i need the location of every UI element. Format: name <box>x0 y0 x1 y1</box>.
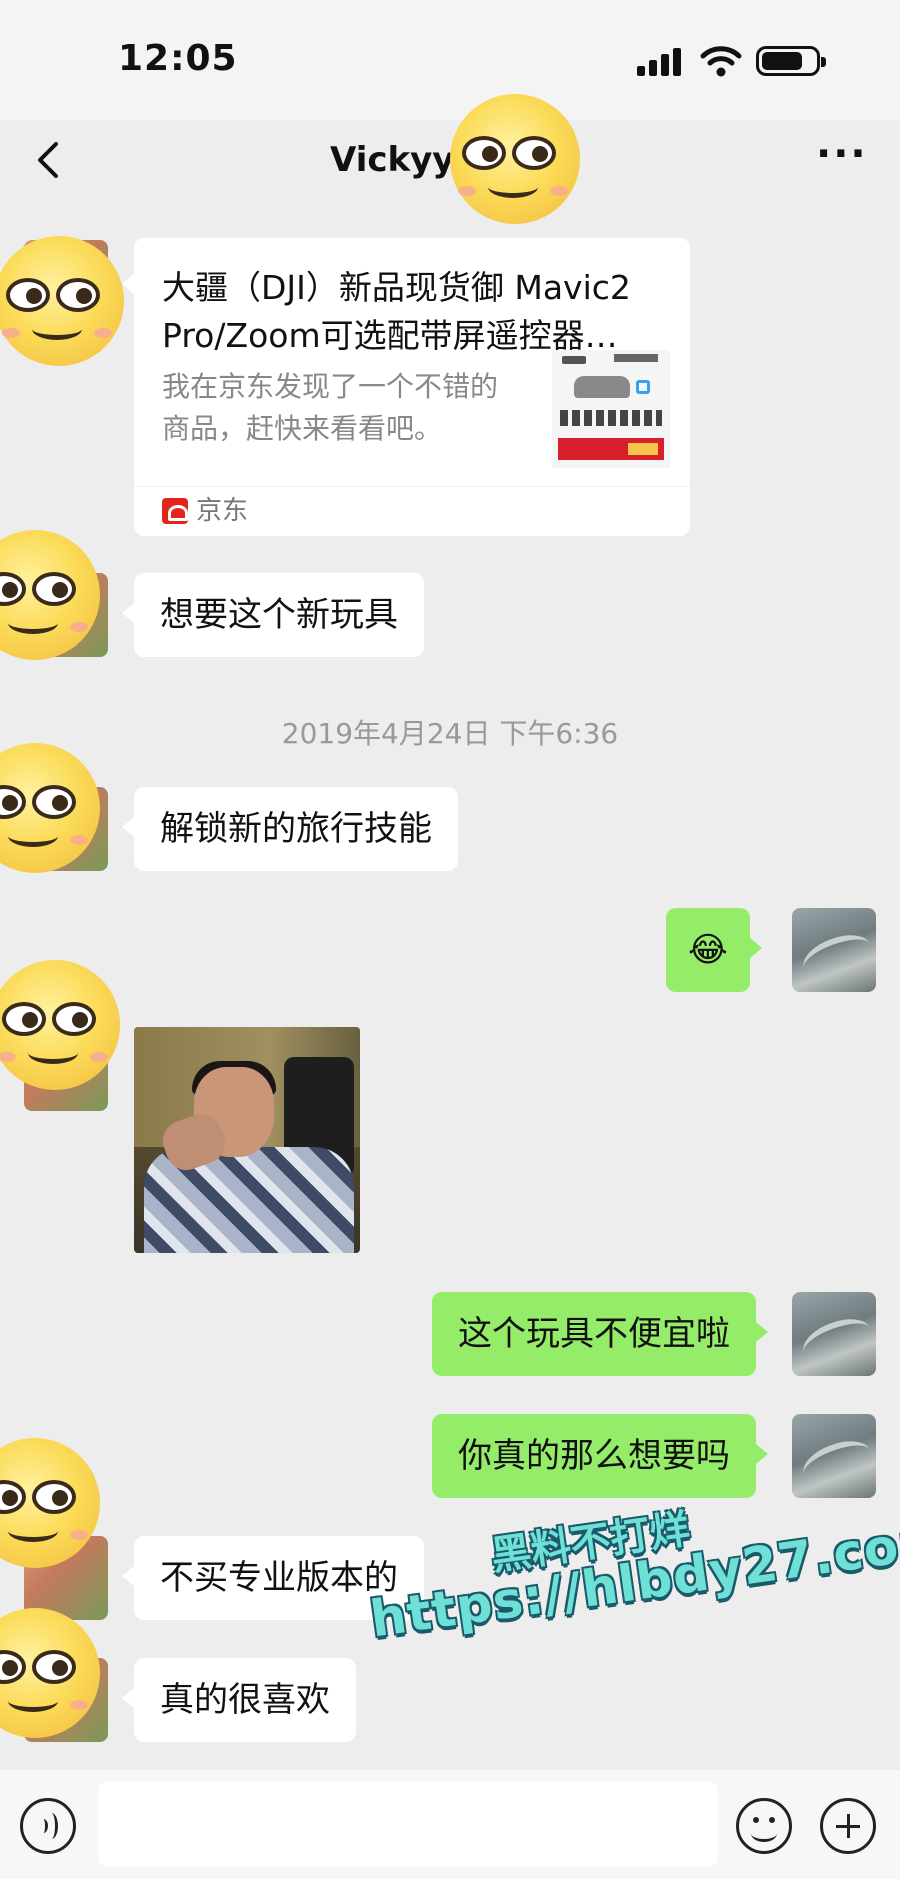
message-bubble-received[interactable]: 解锁新的旅行技能 <box>122 787 458 871</box>
message-bubble-sent-emoji[interactable]: 😂 <box>666 908 762 992</box>
message-bubble-sent[interactable]: 这个玩具不便宜啦 <box>432 1292 768 1376</box>
message-input[interactable] <box>98 1782 718 1866</box>
voice-icon[interactable] <box>20 1798 76 1854</box>
status-bar: 12:05 <box>0 0 900 120</box>
input-bar <box>0 1770 900 1879</box>
jd-logo-icon <box>162 498 188 524</box>
message-bubble-sent[interactable]: 你真的那么想要吗 <box>432 1414 768 1498</box>
card-description: 我在京东发现了一个不错的商品，赶快来看看吧。 <box>162 370 499 445</box>
message-bubble-received[interactable]: 想要这个新玩具 <box>122 573 424 657</box>
smirk-emoji-sticker <box>0 236 124 366</box>
product-share-card[interactable]: 大疆（DJI）新品现货御 Mavic2 Pro/Zoom可选配带屏遥控器… 我在… <box>122 238 690 536</box>
image-message[interactable] <box>134 1027 360 1253</box>
message-bubble-received[interactable]: 真的很喜欢 <box>122 1658 356 1742</box>
plus-icon[interactable] <box>820 1798 876 1854</box>
my-avatar[interactable] <box>792 908 876 992</box>
product-thumbnail <box>552 350 670 468</box>
emoji-icon[interactable] <box>736 1798 792 1854</box>
tears-of-joy-emoji: 😂 <box>688 930 728 970</box>
battery-icon <box>756 46 826 76</box>
card-source: 京东 <box>162 496 248 526</box>
more-dots-icon[interactable]: ··· <box>816 134 866 174</box>
message-timestamp: 2019年4月24日 下午6:36 <box>281 717 619 750</box>
card-divider <box>134 486 690 487</box>
my-avatar[interactable] <box>792 1414 876 1498</box>
card-source-label: 京东 <box>196 496 249 526</box>
smirk-emoji-sticker <box>450 94 580 224</box>
status-time: 12:05 <box>118 38 238 79</box>
wifi-icon <box>700 46 742 77</box>
chevron-left-icon[interactable] <box>28 138 72 182</box>
my-avatar[interactable] <box>792 1292 876 1376</box>
card-title: 大疆（DJI）新品现货御 Mavic2 Pro/Zoom可选配带屏遥控器… <box>162 268 631 355</box>
signal-icon <box>637 48 685 76</box>
